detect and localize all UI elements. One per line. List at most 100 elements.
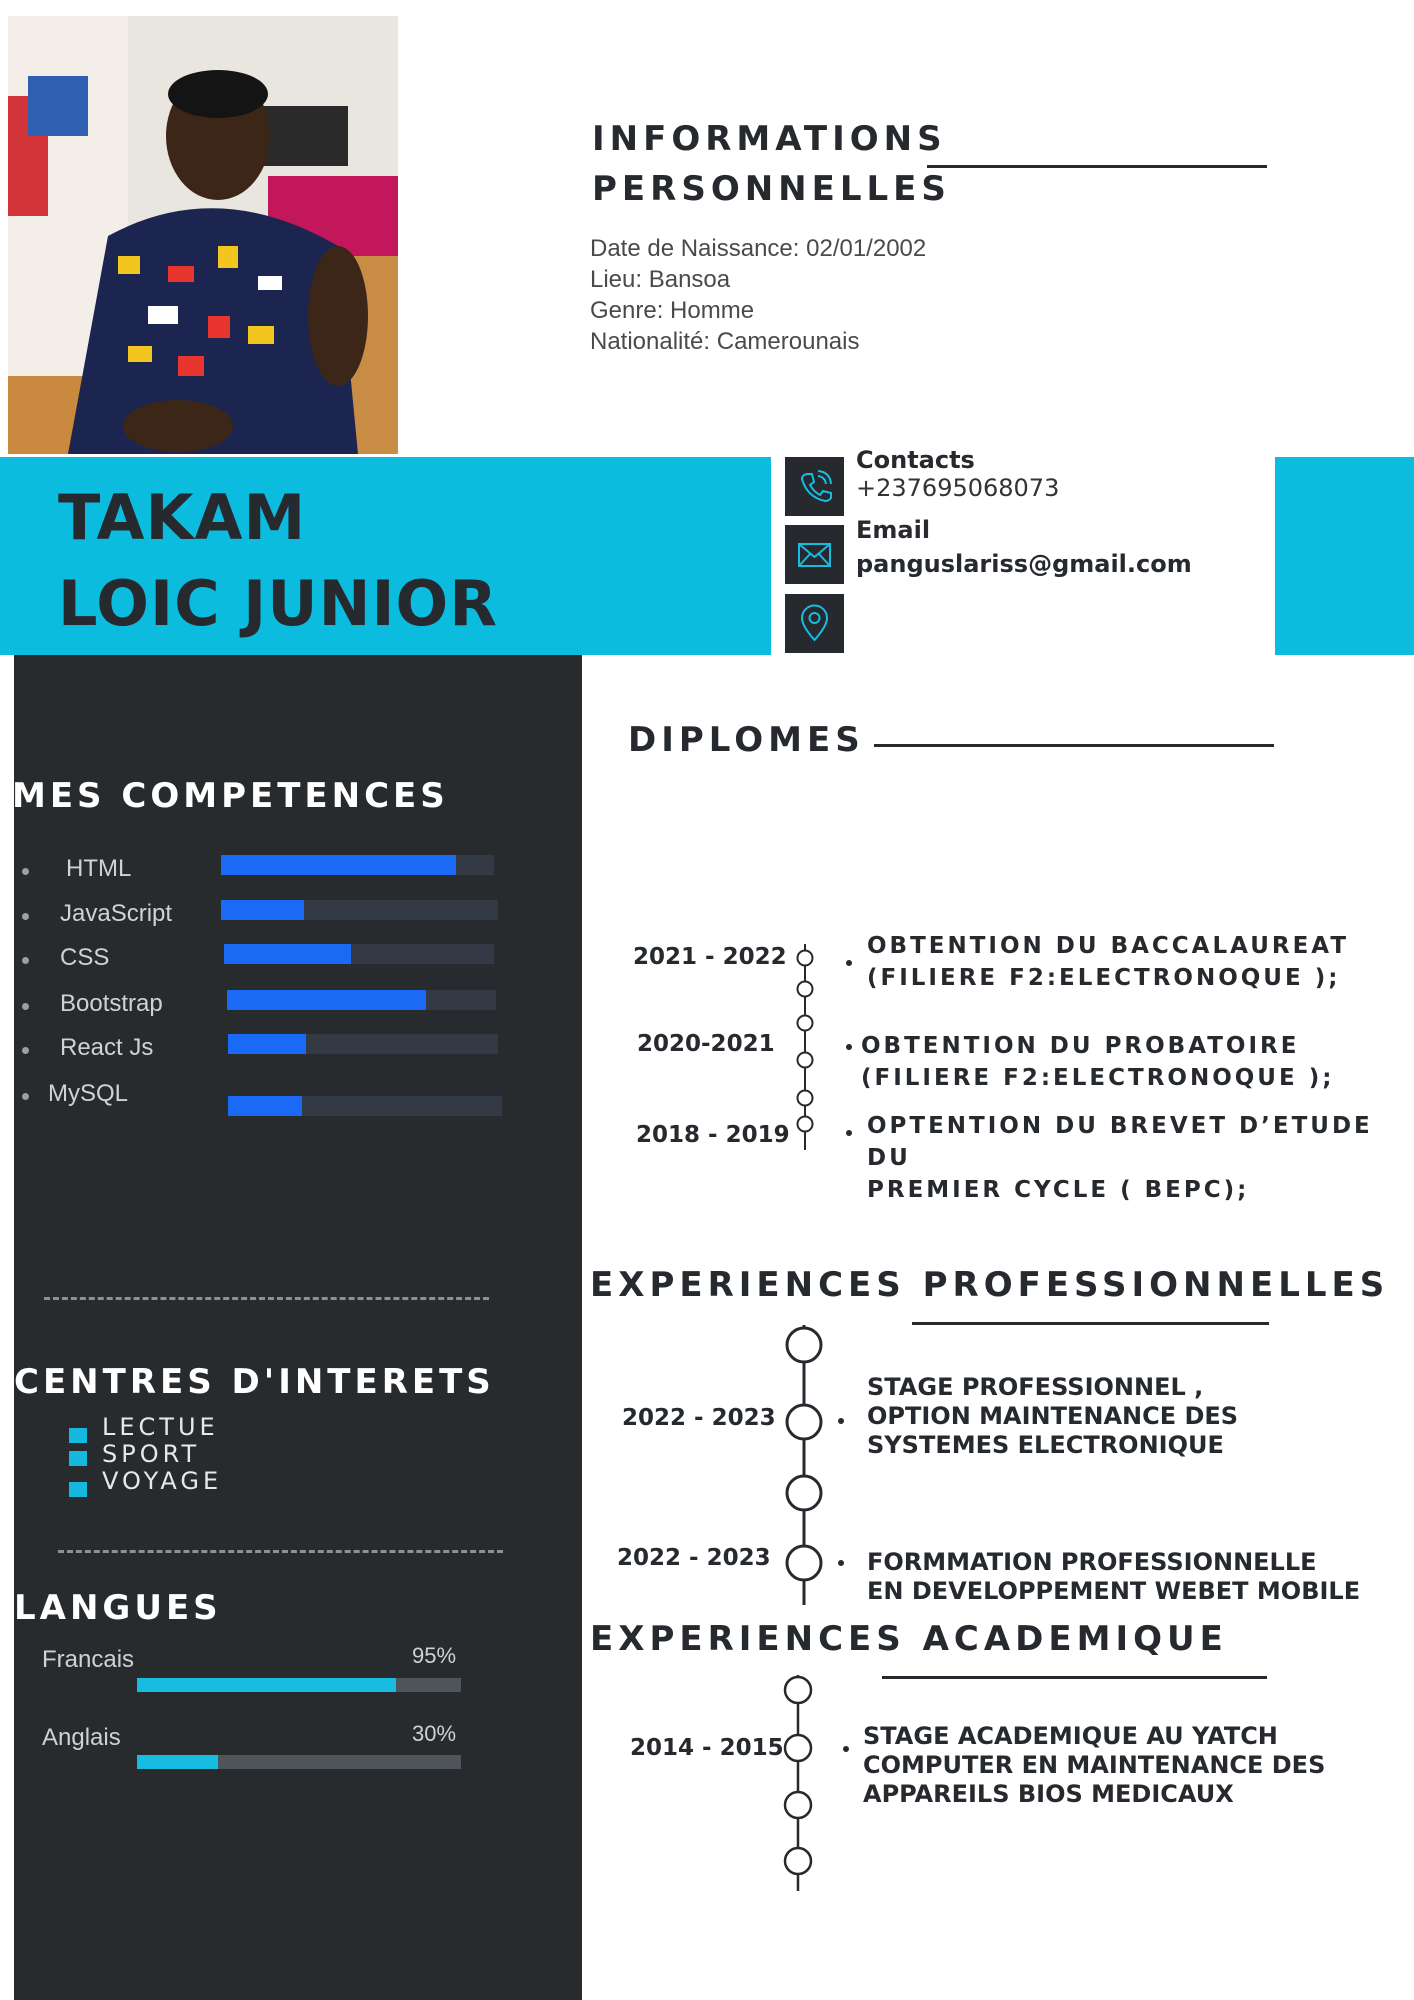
diploma-line: OBTENTION DU BACCALAUREAT <box>867 933 1350 959</box>
language-name: Anglais <box>42 1724 121 1751</box>
diplomes-timeline <box>796 944 814 1150</box>
interest-item: LECTUE <box>102 1413 219 1441</box>
bullet-icon <box>843 1746 849 1752</box>
contacts-label: Contacts <box>856 446 975 474</box>
personal-info-gender: Genre: Homme <box>590 297 755 324</box>
pro-experience-line: OPTION MAINTENANCE DES <box>867 1402 1239 1430</box>
academic-experience-entry: STAGE ACADEMIQUE AU YATCH COMPUTER EN MA… <box>863 1722 1325 1809</box>
pro-experience-years: 2022 - 2023 <box>622 1405 776 1431</box>
skill-bar-fill <box>228 1096 302 1116</box>
languages-title: LANGUES <box>14 1588 222 1628</box>
diploma-line: (FILIERE F2:ELECTRONOQUE ); <box>867 965 1341 991</box>
skill-bar-fill <box>221 855 456 875</box>
bullet-icon <box>838 1418 844 1424</box>
skill-name: HTML <box>66 855 132 882</box>
square-bullet-icon <box>69 1482 87 1497</box>
pro-experience-line: EN DEVELOPPEMENT WEBET MOBILE <box>867 1577 1361 1605</box>
phone-icon <box>785 457 844 516</box>
personal-info-title-line1: INFORMATIONS <box>592 119 947 159</box>
pro-experience-title: EXPERIENCES PROFESSIONNELLES <box>590 1265 1390 1305</box>
diplomes-divider <box>874 744 1274 747</box>
square-bullet-icon <box>69 1451 87 1466</box>
academic-experience-title: EXPERIENCES ACADEMIQUE <box>590 1619 1228 1659</box>
skill-name: MySQL <box>48 1080 129 1107</box>
language-percent: 30% <box>412 1721 457 1746</box>
skill-bar-fill <box>221 900 305 920</box>
diploma-line: PREMIER CYCLE ( BEPC); <box>867 1177 1250 1203</box>
diploma-years: 2018 - 2019 <box>636 1122 790 1148</box>
interest-item: SPORT <box>102 1440 201 1468</box>
skill-bar-track <box>228 1096 502 1116</box>
skill-row: HTML <box>0 855 582 885</box>
academic-experience-line: COMPUTER EN MAINTENANCE DES <box>863 1751 1326 1779</box>
pro-experience-entry: STAGE PROFESSIONNEL , OPTION MAINTENANCE… <box>867 1373 1238 1460</box>
sidebar-divider <box>58 1550 503 1553</box>
language-name: Francais <box>42 1646 135 1673</box>
language-bar-fill <box>137 1755 218 1769</box>
academic-experience-line: APPAREILS BIOS MEDICAUX <box>863 1780 1234 1808</box>
diploma-line: (FILIERE F2:ELECTRONOQUE ); <box>861 1065 1335 1091</box>
personal-info-divider <box>927 165 1267 168</box>
bullet-icon <box>846 1044 852 1050</box>
name-line1: TAKAM <box>58 481 307 554</box>
skill-name: CSS <box>60 944 110 971</box>
personal-info-place: Lieu: Bansoa <box>590 266 731 293</box>
academic-experience-timeline <box>783 1675 813 1891</box>
diploma-entry: OBTENTION DU BACCALAUREAT (FILIERE F2:EL… <box>867 930 1349 994</box>
square-bullet-icon <box>69 1428 87 1443</box>
skill-bar-track <box>221 855 494 875</box>
pro-experience-line: SYSTEMES ELECTRONIQUE <box>867 1431 1224 1459</box>
personal-info-title-line2: PERSONNELLES <box>592 169 951 209</box>
location-pin-icon <box>785 594 844 653</box>
diplomes-title: DIPLOMES <box>628 720 865 760</box>
skill-row: MySQL <box>0 1080 582 1116</box>
skill-name: Bootstrap <box>60 990 163 1017</box>
pro-experience-timeline <box>785 1325 823 1605</box>
interests-title: CENTRES D'INTERETS <box>14 1362 495 1402</box>
skill-bar-fill <box>228 1034 307 1054</box>
phone-number[interactable]: +237695068073 <box>856 474 1059 502</box>
full-name: TAKAM LOIC JUNIOR <box>58 475 498 647</box>
skill-row: React Js <box>0 1034 582 1064</box>
language-bar-track <box>137 1755 461 1769</box>
language-percent: 95% <box>412 1643 457 1668</box>
bullet-icon <box>22 868 29 875</box>
academic-experience-line: STAGE ACADEMIQUE AU YATCH <box>863 1722 1278 1750</box>
skill-bar-track <box>227 990 496 1010</box>
bullet-icon <box>22 913 29 920</box>
personal-info-title: INFORMATIONS PERSONNELLES <box>592 114 951 214</box>
pro-experience-divider <box>912 1322 1269 1325</box>
academic-experience-divider <box>882 1676 1267 1679</box>
personal-info-birthdate: Date de Naissance: 02/01/2002 <box>590 235 927 262</box>
bullet-icon <box>22 957 29 964</box>
skill-row: Bootstrap <box>0 990 582 1020</box>
personal-info-nationality: Nationalité: Camerounais <box>590 328 860 355</box>
email-address[interactable]: panguslariss@gmail.com <box>856 550 1192 578</box>
skill-bar-fill <box>227 990 427 1010</box>
pro-experience-entry: FORMMATION PROFESSIONNELLE EN DEVELOPPEM… <box>867 1548 1360 1606</box>
skill-row: JavaScript <box>0 900 582 930</box>
skill-bar-fill <box>224 944 351 964</box>
bullet-icon <box>846 960 852 966</box>
bullet-icon <box>846 1130 852 1136</box>
accent-block <box>1275 457 1414 655</box>
skills-title: MES COMPETENCES <box>12 776 449 816</box>
profile-photo <box>8 16 398 454</box>
pro-experience-years: 2022 - 2023 <box>617 1545 771 1571</box>
bullet-icon <box>22 1093 29 1100</box>
skill-row: CSS <box>0 944 582 974</box>
personal-info-list: Date de Naissance: 02/01/2002 Lieu: Bans… <box>590 233 926 357</box>
pro-experience-line: STAGE PROFESSIONNEL , <box>867 1373 1204 1401</box>
bullet-icon <box>838 1560 844 1566</box>
diploma-entry: OBTENTION DU PROBATOIRE (FILIERE F2:ELEC… <box>861 1030 1334 1094</box>
skill-bar-track <box>221 900 498 920</box>
diploma-line: OPTENTION DU BREVET D’ETUDE DU <box>867 1113 1373 1171</box>
language-bar-fill <box>137 1678 397 1692</box>
interest-item: VOYAGE <box>102 1467 223 1495</box>
skill-bar-track <box>228 1034 498 1054</box>
diploma-entry: OPTENTION DU BREVET D’ETUDE DU PREMIER C… <box>867 1110 1414 1206</box>
pro-experience-line: FORMMATION PROFESSIONNELLE <box>867 1548 1317 1576</box>
diploma-years: 2020-2021 <box>637 1031 775 1057</box>
bullet-icon <box>22 1047 29 1054</box>
academic-experience-years: 2014 - 2015 <box>630 1735 784 1761</box>
